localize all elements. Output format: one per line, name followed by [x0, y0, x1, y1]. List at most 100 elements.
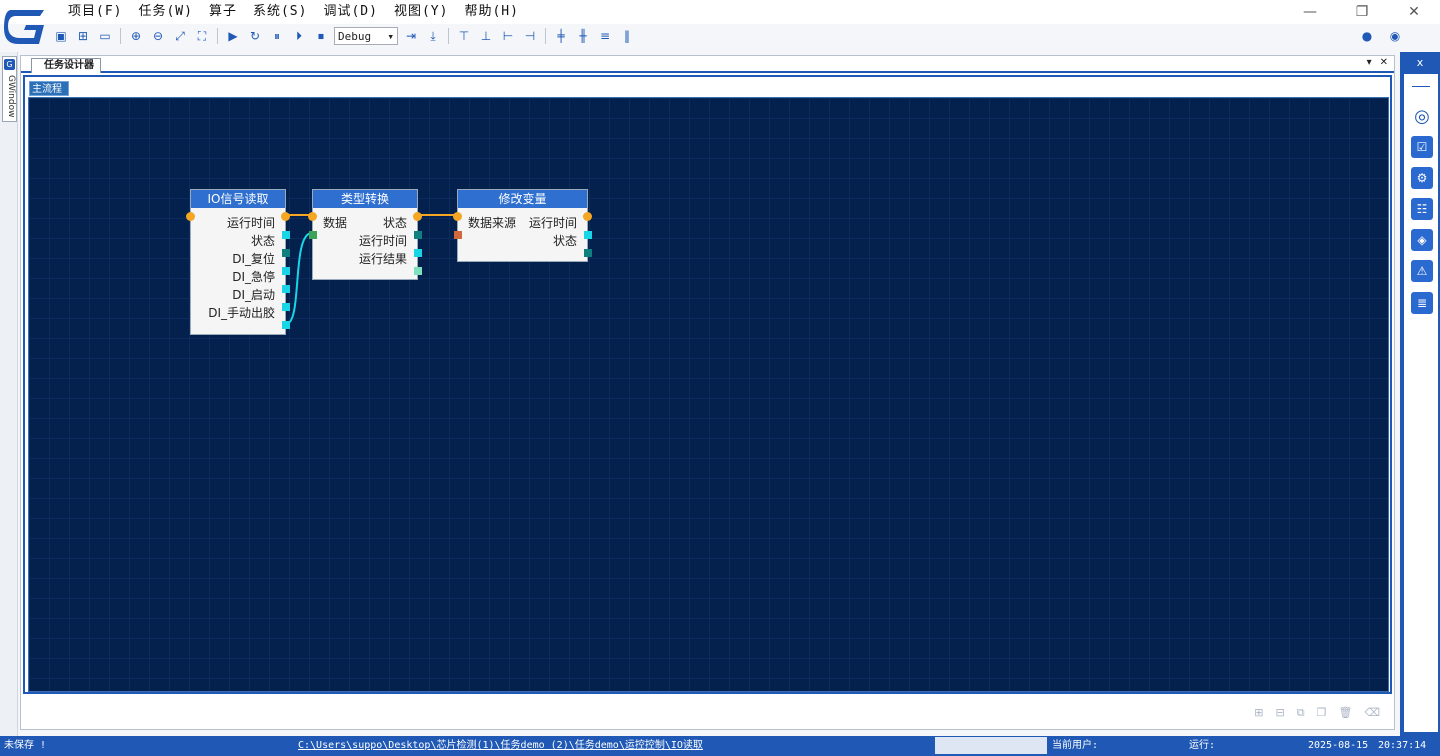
node-title: 修改变量 — [458, 190, 587, 208]
table-icon[interactable]: ☷ — [1411, 198, 1433, 220]
flow-in-port[interactable] — [453, 212, 462, 221]
copy-icon[interactable]: ⧉ — [1297, 706, 1305, 720]
tab-main-flow[interactable]: 主流程 — [29, 81, 69, 96]
status-time: 20:37:14 — [1378, 740, 1427, 751]
output-port[interactable] — [282, 231, 290, 239]
file-path-link[interactable]: C:\Users\suppo\Desktop\芯片检测(1)\任务demo (2… — [298, 736, 703, 756]
output-port[interactable] — [414, 249, 422, 257]
flow-in-port[interactable] — [308, 212, 317, 221]
pause-icon[interactable]: ⏸ — [268, 27, 286, 45]
info-icon[interactable]: ◉ — [1386, 27, 1404, 45]
zoom-out-icon[interactable]: ⊖ — [149, 27, 167, 45]
output-port[interactable] — [414, 231, 422, 239]
menu-help[interactable]: 帮助(H) — [456, 2, 526, 22]
stop-icon[interactable]: ⏹ — [312, 27, 330, 45]
flow-out-port[interactable] — [281, 212, 290, 221]
node-title: IO信号读取 — [191, 190, 285, 208]
input-port[interactable] — [309, 231, 317, 239]
node-io-read[interactable]: IO信号读取 运行时间 状态 DI_复位 DI_急停 DI_启动 DI_手动出胶 — [186, 189, 290, 335]
user-icon[interactable]: ● — [1358, 27, 1376, 45]
loop-icon[interactable]: ↻ — [246, 27, 264, 45]
fullscreen-icon[interactable]: ⛶ — [193, 27, 211, 45]
port-label: 运行时间 — [226, 216, 275, 230]
step-over-icon[interactable]: ⇥ — [402, 27, 420, 45]
output-port[interactable] — [282, 267, 290, 275]
output-port[interactable] — [282, 303, 290, 311]
menu-task[interactable]: 任务(W) — [130, 2, 200, 22]
delete-icon[interactable]: 🗑 — [1338, 706, 1352, 720]
port-label: DI_复位 — [232, 252, 275, 266]
divider — [1412, 86, 1430, 87]
save-icon[interactable]: ▣ — [52, 27, 70, 45]
menu-project[interactable]: 项目(F) — [60, 2, 130, 22]
toolbar-separator — [448, 28, 449, 44]
close-panel-button[interactable]: x — [1400, 56, 1440, 69]
mode-select[interactable]: Debug ▾ — [334, 27, 398, 45]
output-port[interactable] — [414, 267, 422, 275]
close-window-button[interactable]: ✕ — [1388, 0, 1440, 24]
align-left-icon[interactable]: ⊢ — [499, 27, 517, 45]
output-port[interactable] — [282, 285, 290, 293]
flow-out-port[interactable] — [583, 212, 592, 221]
current-user-label: 当前用户: — [1052, 740, 1099, 751]
minimize-button[interactable]: — — [1284, 0, 1336, 24]
window-controls: — ❐ ✕ — [1284, 0, 1440, 24]
right-tool-list: ◎ ☑ ⚙ ☷ ◈ ⚠ ≣ — [1404, 74, 1438, 732]
menu-bar: 项目(F) 任务(W) 算子 系统(S) 调试(D) 视图(Y) 帮助(H) —… — [0, 0, 1440, 44]
gwindow-tab[interactable]: G GWindow — [2, 56, 17, 122]
step-into-icon[interactable]: ⤓ — [424, 27, 442, 45]
orbit-icon[interactable]: ◎ — [1411, 106, 1433, 128]
tab-task-designer[interactable]: 任务设计器 — [31, 58, 101, 73]
align-top-icon[interactable]: ⊤ — [455, 27, 473, 45]
gwindow-icon: G — [4, 59, 15, 70]
left-dock-strip: G GWindow — [0, 52, 18, 736]
output-port[interactable] — [584, 231, 592, 239]
flow-out-port[interactable] — [413, 212, 422, 221]
status-field — [935, 737, 1047, 754]
restore-button[interactable]: ❐ — [1336, 0, 1388, 24]
zoom-in-icon[interactable]: ⊕ — [127, 27, 145, 45]
flow-canvas[interactable]: IO信号读取 运行时间 状态 DI_复位 DI_急停 DI_启动 DI_手动出胶 — [28, 97, 1389, 692]
close-tab-icon[interactable]: ✕ — [1380, 57, 1388, 68]
menu-operator[interactable]: 算子 — [201, 2, 245, 22]
align-right-icon[interactable]: ⊣ — [521, 27, 539, 45]
main-menu: 项目(F) 任务(W) 算子 系统(S) 调试(D) 视图(Y) 帮助(H) — [60, 2, 527, 22]
run-icon[interactable]: ▶ — [224, 27, 242, 45]
output-port[interactable] — [282, 321, 290, 329]
run-label: 运行: — [1189, 740, 1216, 751]
ungroup-icon[interactable]: ⊟ — [1276, 706, 1285, 720]
port-label: 数据 — [323, 216, 348, 230]
port-label: 状态 — [552, 234, 577, 248]
output-port[interactable] — [584, 249, 592, 257]
input-port[interactable] — [454, 231, 462, 239]
paste-icon[interactable]: ❐ — [1317, 706, 1327, 720]
align-bottom-icon[interactable]: ⊥ — [477, 27, 495, 45]
align-middle-icon[interactable]: ╫ — [574, 27, 592, 45]
toolbar-right: ● ◉ — [1358, 27, 1404, 45]
group-icon[interactable]: ⊞ — [1254, 706, 1263, 720]
output-port[interactable] — [282, 249, 290, 257]
canvas-bottom-tools: ⊞ ⊟ ⧉ ❐ 🗑 ⌫ — [1254, 706, 1380, 720]
align-center-h-icon[interactable]: ╪ — [552, 27, 570, 45]
menu-system[interactable]: 系统(S) — [245, 2, 315, 22]
port-label: DI_启动 — [232, 288, 275, 302]
step-icon[interactable]: ⏵ — [290, 27, 308, 45]
toolbar-separator — [545, 28, 546, 44]
node-type-convert[interactable]: 类型转换 数据 状态 运行时间 运行结果 — [308, 189, 422, 280]
clear-icon[interactable]: ⌫ — [1364, 706, 1380, 720]
settings-list-icon[interactable]: ⚙ — [1411, 167, 1433, 189]
node-modify-variable[interactable]: 修改变量 数据来源 运行时间 状态 — [453, 189, 592, 262]
tab-dropdown-icon[interactable]: ▾ — [1367, 57, 1372, 68]
checklist-icon[interactable]: ☑ — [1411, 136, 1433, 158]
flow-in-port[interactable] — [186, 212, 195, 221]
open-folder-icon[interactable]: ▭ — [96, 27, 114, 45]
menu-debug[interactable]: 调试(D) — [315, 2, 385, 22]
layers-icon[interactable]: ◈ — [1411, 229, 1433, 251]
fit-view-icon[interactable]: ⤢ — [171, 27, 189, 45]
new-icon[interactable]: ⊞ — [74, 27, 92, 45]
menu-view[interactable]: 视图(Y) — [386, 2, 456, 22]
list-icon[interactable]: ≣ — [1411, 292, 1433, 314]
warning-icon[interactable]: ⚠ — [1411, 260, 1433, 282]
distribute-v-icon[interactable]: ‖ — [618, 27, 636, 45]
distribute-h-icon[interactable]: ≡ — [596, 27, 614, 45]
